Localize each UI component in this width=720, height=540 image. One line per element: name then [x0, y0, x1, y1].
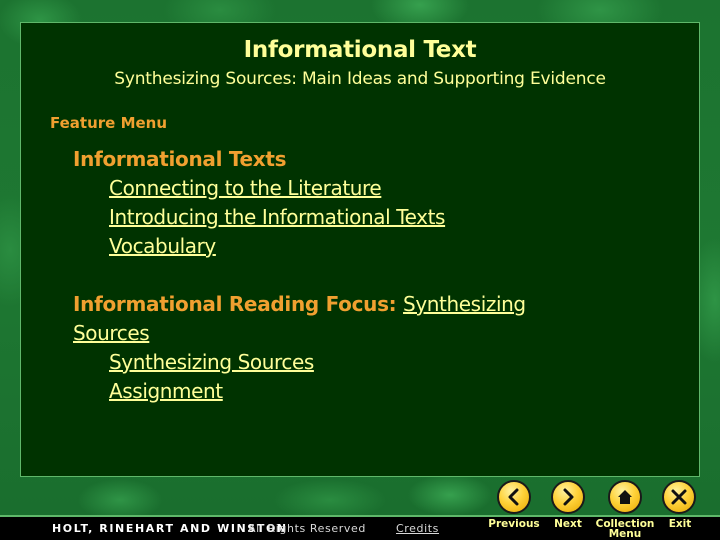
rights-text: All Rights Reserved — [248, 522, 366, 535]
menu-link-introducing-informational-texts[interactable]: Introducing the Informational Texts — [109, 203, 445, 232]
reading-focus-link-continued[interactable]: Sources — [73, 321, 150, 345]
home-icon — [618, 490, 632, 504]
section-heading-reading-focus: Informational Reading Focus: Synthesizin… — [73, 290, 673, 348]
previous-button[interactable] — [497, 480, 531, 514]
previous-label[interactable]: Previous — [488, 519, 539, 530]
exit-label[interactable]: Exit — [669, 519, 692, 530]
chevron-right-icon — [563, 488, 574, 506]
credits-link[interactable]: Credits — [396, 522, 439, 535]
collection-menu-label-line2: Menu — [608, 528, 642, 540]
next-button[interactable] — [551, 480, 585, 514]
menu-link-vocabulary[interactable]: Vocabulary — [109, 232, 216, 261]
menu-link-synthesizing-sources[interactable]: Synthesizing Sources — [109, 348, 314, 377]
content-panel: Informational Text Synthesizing Sources:… — [20, 22, 700, 477]
page-subtitle: Synthesizing Sources: Main Ideas and Sup… — [114, 69, 606, 89]
reading-focus-label: Informational Reading Focus: — [73, 292, 397, 316]
page-title: Informational Text — [243, 37, 477, 63]
feature-menu-label: Feature Menu — [50, 114, 168, 132]
exit-button[interactable] — [662, 480, 696, 514]
chevron-left-icon — [508, 488, 519, 506]
collection-menu-button[interactable] — [608, 480, 642, 514]
collection-menu-label[interactable]: Collection Menu — [596, 519, 655, 540]
menu-link-assignment[interactable]: Assignment — [109, 377, 223, 406]
feature-menu: Informational Texts Connecting to the Li… — [73, 145, 673, 406]
next-label[interactable]: Next — [554, 519, 582, 530]
section-heading-informational-texts: Informational Texts — [73, 147, 287, 171]
reading-focus-link[interactable]: Synthesizing — [403, 292, 526, 316]
close-icon — [671, 489, 687, 505]
menu-link-connecting-to-literature[interactable]: Connecting to the Literature — [109, 174, 382, 203]
